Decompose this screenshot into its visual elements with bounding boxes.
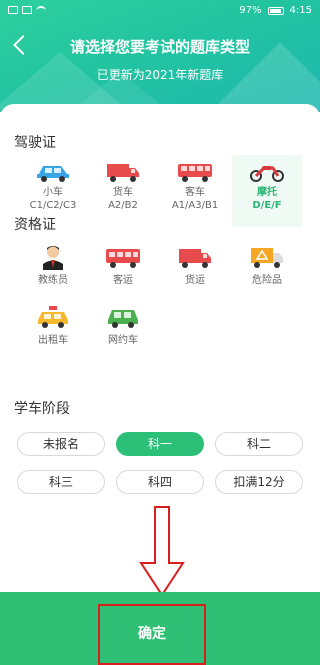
- option-classes: A1/A3/B1: [171, 200, 219, 211]
- taxi-icon: [38, 306, 68, 328]
- option-label: 货运: [185, 275, 205, 286]
- option-label: 货车: [113, 187, 133, 198]
- clock: 4:15: [289, 5, 312, 16]
- wifi-icon: [36, 6, 46, 14]
- car-icon: [37, 166, 69, 182]
- option-label: 网约车: [108, 335, 138, 346]
- license-option-truck[interactable]: 货车 A2/B2: [88, 162, 158, 226]
- stage-option-subject-4[interactable]: 科四: [116, 470, 204, 494]
- section-title-license: 驾驶证: [14, 135, 56, 151]
- license-option-bus[interactable]: 客车 A1/A3/B1: [160, 162, 230, 226]
- qualification-option-hazmat[interactable]: 危险品: [232, 244, 302, 296]
- freight-truck-icon: [179, 249, 211, 268]
- qualification-option-taxi[interactable]: 出租车: [18, 304, 88, 356]
- option-classes: C1/C2/C3: [29, 200, 77, 211]
- down-arrow-annotation: [139, 506, 185, 597]
- qualification-option-ride-hailing[interactable]: 网约车: [88, 304, 158, 356]
- status-bar: 97% 4:15: [0, 4, 320, 20]
- option-label: 出租车: [38, 335, 68, 346]
- option-label: 小车: [43, 187, 63, 198]
- stage-option-unregistered[interactable]: 未报名: [17, 432, 105, 456]
- battery-percent: 97%: [239, 5, 262, 16]
- option-classes: D/E/F: [252, 200, 282, 211]
- stage-option-points-deducted[interactable]: 扣满12分: [215, 470, 303, 494]
- signal-icon: [22, 6, 32, 14]
- bus-icon: [178, 164, 212, 182]
- qualification-option-passenger[interactable]: 客运: [88, 244, 158, 296]
- qualification-option-freight[interactable]: 货运: [160, 244, 230, 296]
- hazmat-truck-icon: [251, 248, 283, 268]
- truck-icon: [107, 164, 139, 182]
- motorcycle-icon: [250, 166, 284, 182]
- confirm-button[interactable]: 确定: [98, 604, 206, 665]
- option-label: 客运: [113, 275, 133, 286]
- battery-icon: [267, 6, 284, 15]
- stage-option-subject-3[interactable]: 科三: [17, 470, 105, 494]
- page-title: 请选择您要考试的题库类型: [69, 38, 250, 56]
- option-label: 危险品: [252, 275, 282, 286]
- stage-option-subject-1[interactable]: 科一: [116, 432, 204, 456]
- section-title-stage: 学车阶段: [14, 401, 70, 417]
- signal-icon: [8, 6, 18, 14]
- option-classes: A2/B2: [108, 200, 138, 211]
- ride-hailing-car-icon: [108, 310, 138, 328]
- stage-option-subject-2[interactable]: 科二: [215, 432, 303, 456]
- license-option-motorcycle[interactable]: 摩托 D/E/F: [232, 155, 302, 227]
- section-title-qualification: 资格证: [14, 217, 56, 233]
- instructor-icon: [43, 246, 63, 270]
- qualification-option-instructor[interactable]: 教练员: [18, 244, 88, 296]
- option-label: 教练员: [38, 275, 68, 286]
- page-subtitle: 已更新为2021年新题库: [96, 68, 224, 82]
- passenger-bus-icon: [106, 249, 140, 268]
- option-label: 客车: [185, 187, 205, 198]
- header: 97% 4:15 请选择您要考试的题库类型 已更新为2021年新题库: [0, 0, 320, 112]
- option-label: 摩托: [257, 187, 277, 198]
